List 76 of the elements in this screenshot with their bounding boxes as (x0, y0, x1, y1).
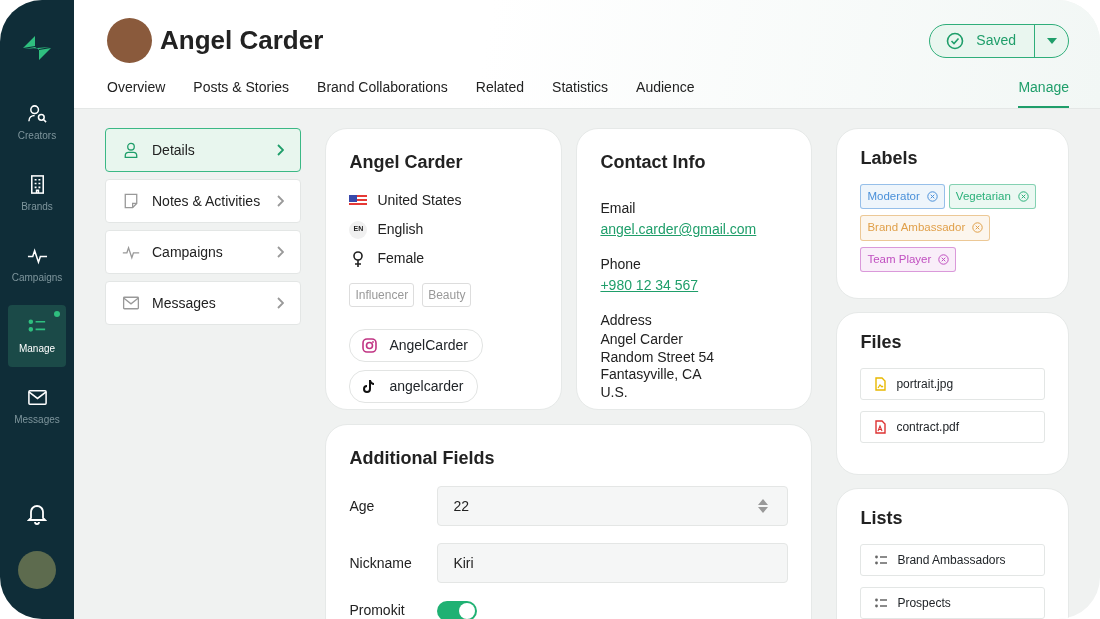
list-icon (875, 554, 888, 565)
field-label: Phone (600, 255, 642, 274)
label-tag: Team Player (860, 246, 957, 272)
nav-tab[interactable]: Overview (107, 77, 166, 108)
chevron-right-icon (275, 144, 285, 156)
list-icon (875, 597, 888, 608)
remove-label-button[interactable] (972, 222, 984, 234)
stepper-arrows-icon (758, 499, 769, 513)
caret-icon (1046, 37, 1057, 44)
sidebar-nav-item[interactable]: Manage (8, 305, 66, 367)
label-tag: Vegetarian (948, 184, 1036, 210)
remove-label-button[interactable] (1017, 191, 1029, 203)
profile-fact: English (377, 220, 424, 239)
check-circle-icon (946, 31, 965, 50)
note-icon (122, 192, 140, 210)
remove-label-button[interactable] (938, 253, 950, 265)
card-title: Files (860, 330, 903, 354)
sidebar-nav-item[interactable]: Messages (8, 376, 66, 438)
address-text: Angel Carder Random Street 54 Fantasyville, CA U.S. (600, 331, 716, 401)
remove-label-button[interactable] (926, 191, 938, 203)
label-tag: Brand Ambassador (860, 215, 991, 241)
field-label: Age (349, 496, 376, 516)
card-title: Lists (860, 506, 904, 530)
file-item[interactable]: portrait.jpg (860, 367, 1045, 400)
pulse-icon (122, 243, 140, 261)
envelope-icon (122, 294, 140, 312)
sidebar-nav-item[interactable]: Campaigns (8, 234, 66, 296)
nav-tab[interactable]: Brand Collaborations (317, 77, 448, 108)
section-nav-item[interactable]: Campaigns (105, 230, 302, 274)
nav-tab[interactable]: Audience (636, 77, 695, 108)
person-icon (122, 141, 140, 159)
profile-name: Angel Carder (160, 24, 324, 57)
field-label: Email (600, 199, 637, 218)
section-nav-item[interactable]: Details (105, 128, 302, 172)
profile-fact: United States (377, 191, 462, 210)
tag: Influencer (349, 283, 415, 307)
contact-link[interactable]: angel.carder@gmail.com (600, 221, 757, 237)
image-file-icon (875, 376, 887, 391)
nav-tab[interactable]: Related (475, 77, 525, 108)
section-nav-item[interactable]: Messages (105, 281, 302, 325)
social-handle-link[interactable]: AngelCarder (349, 329, 484, 362)
card-title: Additional Fields (349, 447, 496, 470)
label-tag: Moderator (860, 184, 945, 210)
social-handle-link[interactable]: angelcarder (349, 370, 479, 403)
profile-avatar (107, 18, 152, 63)
promokit-toggle[interactable] (437, 600, 478, 619)
card-title: Contact Info (600, 151, 707, 174)
pdf-file-icon (875, 419, 887, 434)
person-search-icon (26, 103, 48, 124)
field-label: Address (600, 311, 653, 330)
file-item[interactable]: contract.pdf (860, 410, 1045, 443)
chevron-right-icon (275, 297, 285, 309)
list-item[interactable]: Prospects (860, 586, 1045, 619)
card-title: Labels (860, 147, 919, 170)
sidebar-nav-item[interactable]: Creators (8, 92, 66, 154)
app-logo-icon[interactable] (21, 34, 53, 62)
envelope-icon (26, 387, 48, 408)
field-label: Nickname (349, 553, 413, 573)
user-avatar[interactable] (18, 551, 56, 589)
card-title: Angel Carder (349, 151, 464, 174)
chevron-right-icon (275, 195, 285, 207)
chevron-right-icon (275, 246, 285, 258)
flag-icon (349, 194, 368, 207)
profile-fact: Female (377, 249, 425, 268)
tag: Beauty (422, 283, 472, 307)
notification-bell-icon[interactable] (27, 502, 47, 525)
section-nav-item[interactable]: Notes & Activities (105, 179, 302, 223)
camera-icon (362, 338, 378, 353)
list-item[interactable]: Brand Ambassadors (860, 543, 1045, 576)
nav-tab[interactable]: Posts & Stories (193, 77, 290, 108)
nav-tab[interactable]: Statistics (552, 77, 609, 108)
number-field[interactable]: 22 (437, 486, 789, 526)
contact-link[interactable]: +980 12 34 567 (600, 277, 699, 293)
sidebar-nav-item[interactable]: Brands (8, 163, 66, 225)
text-field[interactable]: Kiri (437, 543, 789, 583)
field-label: Promokit (349, 601, 406, 619)
